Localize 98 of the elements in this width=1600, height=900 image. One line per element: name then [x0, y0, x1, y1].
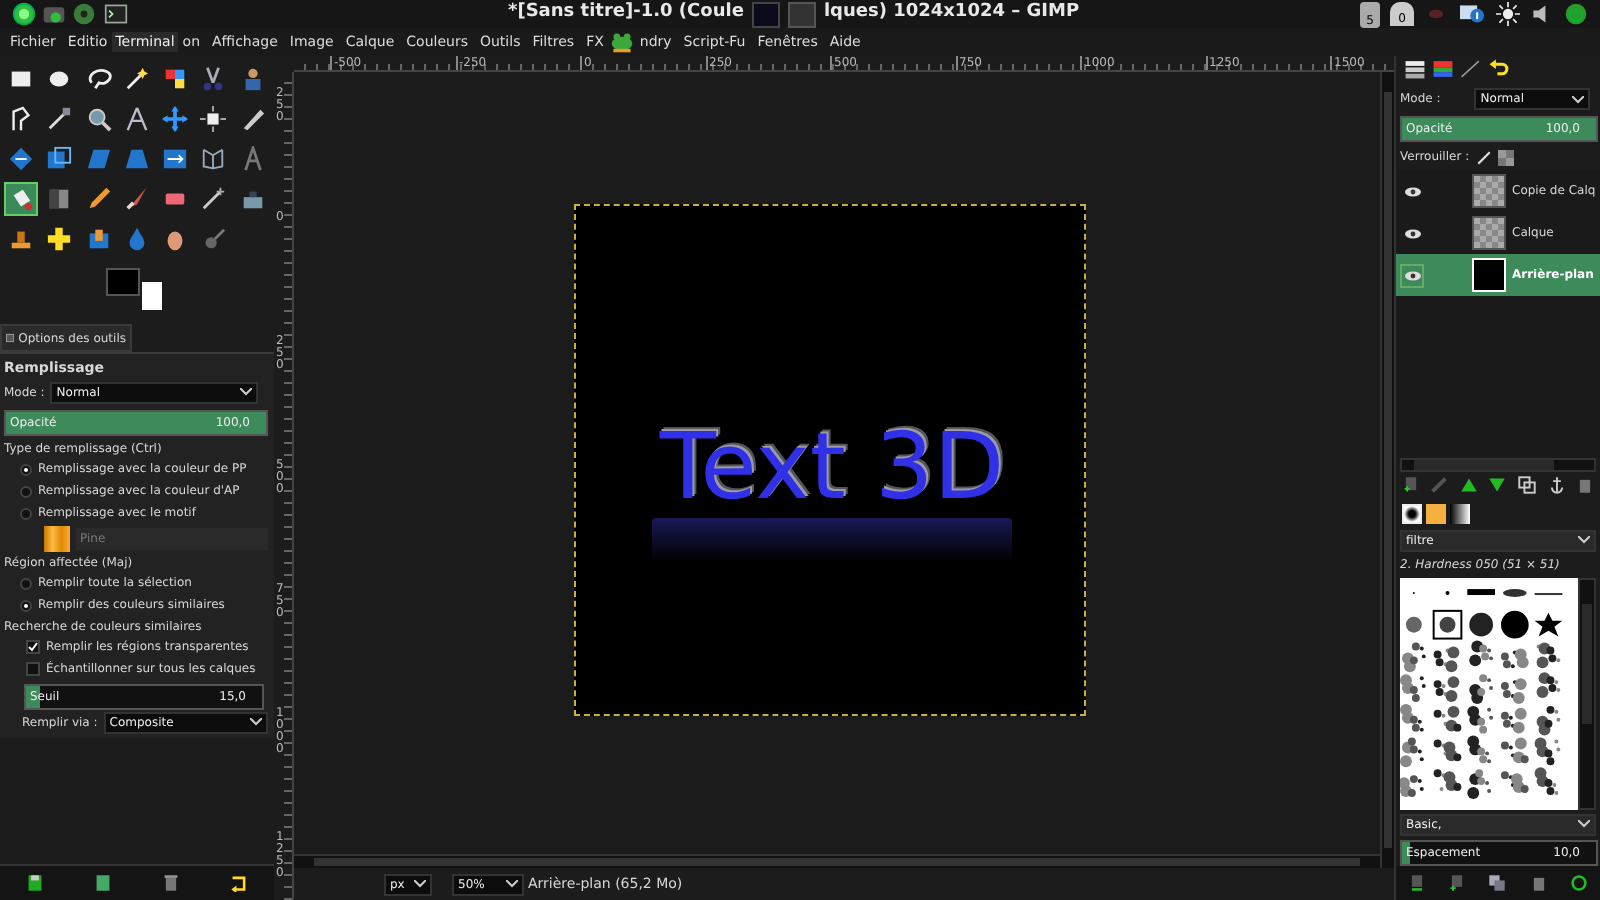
canvas-text: Text 3D [659, 418, 1005, 514]
sun-icon[interactable] [1496, 2, 1520, 26]
eye-icon[interactable] [1403, 269, 1421, 282]
ink-icon [239, 186, 266, 212]
window-title: lques) 1024x1024 – GIMP [823, 0, 1080, 27]
pencil-icon [85, 186, 112, 212]
chevron-icon [414, 880, 426, 888]
trash-icon[interactable] [162, 874, 181, 892]
foreground-color-swatch[interactable] [106, 268, 140, 296]
eye-icon[interactable] [1403, 227, 1421, 240]
rectangle-icon [8, 66, 34, 92]
trash-icon[interactable] [1576, 476, 1595, 495]
diamond-icon [8, 146, 34, 172]
stamp2-icon [85, 226, 112, 252]
scrollbar[interactable] [1400, 458, 1596, 472]
flip-icon [162, 146, 189, 172]
pipette-icon [46, 106, 73, 132]
trash-icon[interactable] [1529, 873, 1548, 892]
layer-thumbnail [1472, 174, 1506, 209]
channels-icon[interactable] [1432, 58, 1454, 81]
airbrush-icon [200, 186, 227, 212]
info-icon[interactable] [1458, 2, 1486, 26]
tool-button[interactable] [158, 102, 193, 136]
disc-icon[interactable] [72, 2, 96, 26]
ellipse-icon [46, 66, 73, 92]
undo-icon[interactable] [1488, 58, 1510, 81]
pen-icon [8, 106, 34, 132]
pattern-swatch[interactable] [44, 525, 70, 551]
checker-icon[interactable] [1497, 149, 1514, 166]
chevron-icon [506, 880, 518, 888]
down-arrow-icon[interactable] [1488, 476, 1507, 495]
chevron-icon [1578, 536, 1590, 545]
reset-icon[interactable] [230, 874, 249, 892]
refresh-icon[interactable] [1570, 873, 1589, 892]
letter-icon [239, 146, 266, 172]
new-layer-icon[interactable] [1401, 476, 1420, 495]
radio-button[interactable] [20, 485, 32, 497]
tool-options-icon [6, 330, 15, 346]
align-icon [200, 106, 227, 132]
radio-button[interactable] [20, 463, 32, 475]
move-icon [162, 106, 189, 132]
scrollbar[interactable] [294, 854, 1380, 868]
brush-tab[interactable] [1402, 504, 1422, 524]
window-thumbnail[interactable] [751, 1, 780, 27]
tool-button[interactable] [196, 102, 231, 136]
anchor-icon[interactable] [1547, 476, 1566, 495]
window-thumbnail[interactable] [787, 1, 816, 27]
restore-icon[interactable] [93, 874, 112, 892]
new-brush-icon[interactable] [1448, 873, 1467, 892]
brush-icon [123, 186, 150, 212]
layer-thumbnail [1472, 258, 1506, 293]
tool-button[interactable] [4, 142, 38, 176]
network-icon [200, 146, 227, 172]
dot-icon[interactable] [1424, 4, 1448, 24]
checkbox[interactable] [26, 662, 40, 676]
bucket-icon [8, 186, 34, 212]
frog-icon[interactable] [607, 30, 636, 54]
frame-icon [46, 146, 73, 172]
brush-grid-drawing[interactable] [1400, 577, 1579, 810]
chevron-icon [1578, 820, 1590, 829]
checkbox[interactable] [26, 640, 40, 654]
layer-thumbnail [1472, 216, 1506, 251]
chevron-icon [249, 718, 262, 726]
gradient-tab[interactable] [1450, 504, 1470, 524]
squares-icon [162, 66, 189, 92]
trapezoid-icon [123, 146, 150, 172]
paths-icon[interactable] [1460, 58, 1482, 81]
brush-edit-icon[interactable] [1407, 873, 1426, 892]
duplicate-icon[interactable] [1518, 476, 1537, 495]
radio-button[interactable] [20, 507, 32, 519]
brush-icon[interactable] [1475, 149, 1492, 166]
chevron-icon [240, 388, 253, 396]
scrollbar[interactable] [1578, 577, 1596, 810]
wand-icon [123, 66, 150, 92]
duplicate-icon[interactable] [1488, 873, 1507, 892]
magnifier-icon [85, 106, 112, 132]
stamp-icon [8, 226, 34, 252]
scissors-icon [200, 66, 227, 92]
chevron-icon [1572, 95, 1585, 104]
scrollbar[interactable] [1380, 72, 1394, 868]
window-title: *[Sans titre]-1.0 (Coule [508, 0, 744, 27]
radio-button[interactable] [20, 577, 32, 589]
radio-button[interactable] [20, 599, 32, 611]
terminal-icon[interactable] [102, 2, 130, 26]
up-arrow-icon[interactable] [1459, 476, 1478, 495]
lasso-icon [85, 66, 112, 92]
gradient-icon [46, 186, 73, 212]
power-icon[interactable] [1564, 2, 1588, 26]
save-icon[interactable] [25, 874, 44, 892]
dodge-icon [200, 226, 227, 252]
camera-icon[interactable] [42, 2, 66, 26]
background-color-swatch[interactable] [142, 282, 162, 310]
compass-icon [123, 106, 150, 132]
power-icon[interactable] [12, 2, 36, 26]
parallelogram-icon [85, 146, 112, 172]
cross-icon [46, 226, 73, 252]
eye-icon[interactable] [1403, 185, 1421, 198]
layers-icon[interactable] [1404, 58, 1426, 81]
